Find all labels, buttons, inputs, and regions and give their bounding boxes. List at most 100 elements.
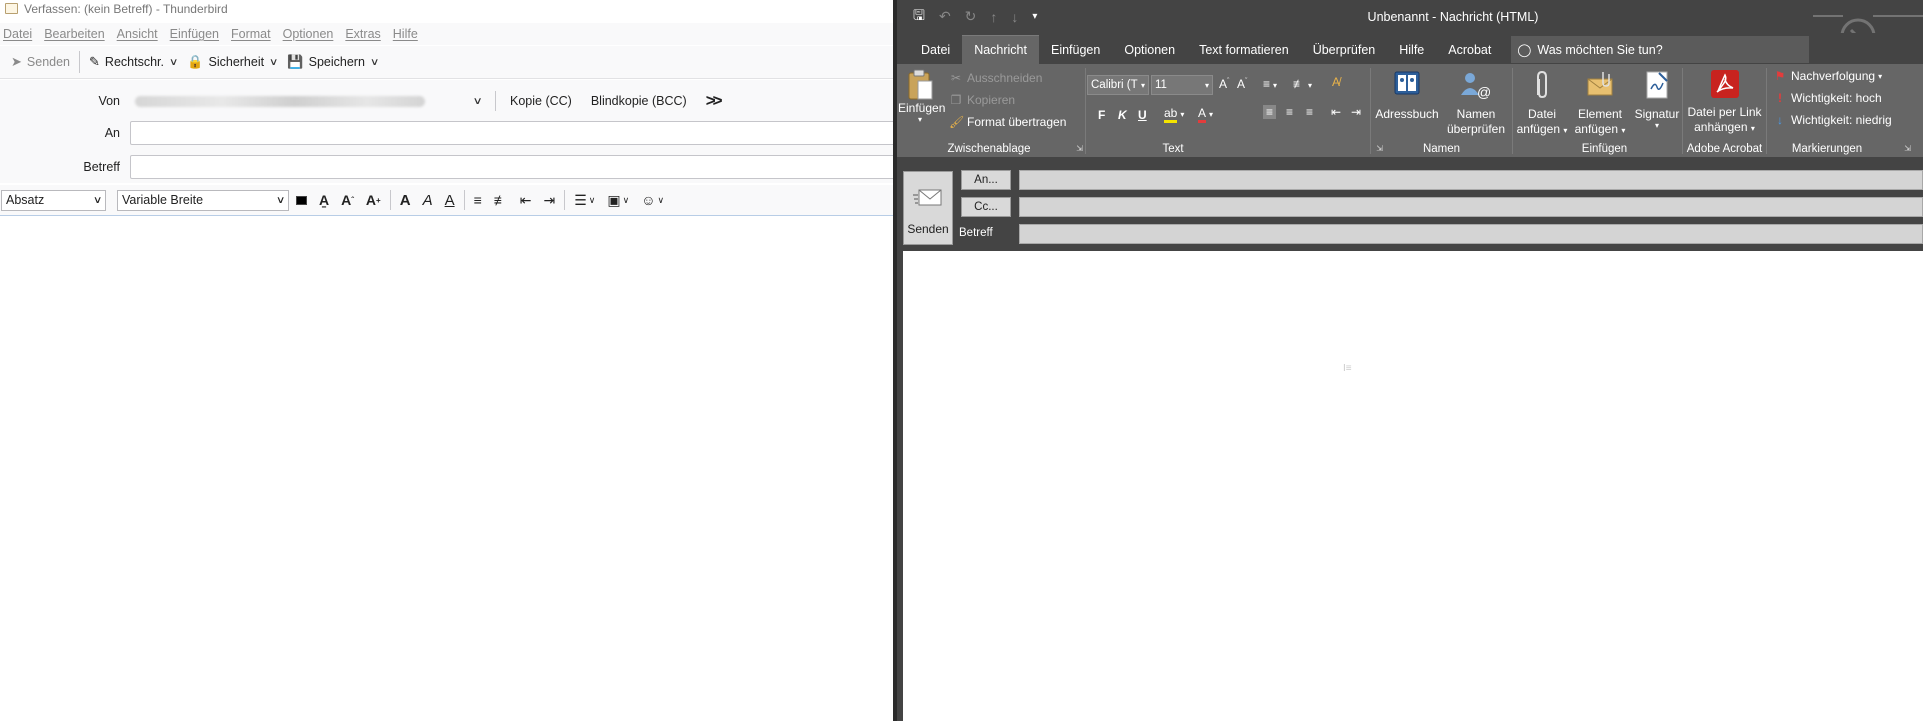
tab-datei[interactable]: Datei bbox=[909, 35, 962, 64]
attach-file-button[interactable]: Datei anfügen ▾ bbox=[1515, 69, 1569, 138]
cc-button[interactable]: Cc... bbox=[961, 197, 1011, 217]
emoji-icon[interactable]: ☺ ∨ bbox=[641, 192, 664, 208]
align-left-icon[interactable]: ≡ bbox=[1263, 105, 1277, 119]
bold-button[interactable]: F bbox=[1098, 108, 1105, 122]
arrow-up-icon[interactable]: ↑ bbox=[990, 9, 997, 25]
attach-by-link-button[interactable]: Datei per Link anhängen ▾ bbox=[1683, 69, 1766, 136]
security-button[interactable]: 🔒 Sicherheit bbox=[182, 49, 269, 75]
outdent-icon[interactable]: ⇤ bbox=[520, 192, 532, 209]
font-select[interactable]: Variable Breite ∨ bbox=[117, 189, 289, 211]
font-larger-icon[interactable]: Aˆ bbox=[341, 192, 354, 208]
ol-message-body[interactable]: I≡ bbox=[903, 251, 1923, 721]
to-button[interactable]: An... bbox=[961, 170, 1011, 190]
tab-optionen[interactable]: Optionen bbox=[1112, 35, 1187, 64]
cut-button[interactable]: ✂ Ausschneiden bbox=[949, 71, 1042, 85]
follow-up-button[interactable]: ⚑ Nachverfolgung ▾ bbox=[1773, 69, 1882, 83]
menu-extras[interactable]: Extras bbox=[345, 27, 380, 41]
ol-to-input[interactable] bbox=[1019, 170, 1923, 190]
align-right-icon[interactable]: ≡ bbox=[1306, 105, 1313, 119]
tab-text-formatieren[interactable]: Text formatieren bbox=[1187, 35, 1301, 64]
subject-input[interactable] bbox=[130, 155, 900, 179]
dialog-launcher-icon[interactable]: ⇲ bbox=[1904, 144, 1911, 153]
from-identity-select[interactable]: ∨ bbox=[135, 91, 483, 111]
indent-icon[interactable]: ⇥ bbox=[544, 192, 556, 209]
ol-send-button[interactable]: Senden bbox=[903, 171, 953, 245]
address-book-button[interactable]: Adressbuch bbox=[1375, 69, 1439, 122]
format-painter-button[interactable]: 🖌 Format übertragen bbox=[949, 115, 1066, 129]
redo-icon[interactable]: ↻ bbox=[965, 8, 977, 25]
numbered-list-icon[interactable]: ≢ bbox=[494, 192, 508, 208]
save-dropdown-icon[interactable]: ∨ bbox=[370, 57, 380, 68]
save-button[interactable]: 💾 Speichern bbox=[282, 49, 369, 75]
menu-optionen[interactable]: Optionen bbox=[283, 27, 334, 41]
menu-bearbeiten[interactable]: Bearbeiten bbox=[44, 27, 104, 41]
to-input[interactable] bbox=[130, 121, 900, 145]
clipboard-group-label: Zwischenablage bbox=[947, 143, 1031, 155]
undo-icon[interactable]: ↶ bbox=[939, 8, 951, 25]
decrease-indent-icon[interactable]: ⇤ bbox=[1331, 105, 1341, 119]
clear-formatting-icon[interactable]: A̸ bbox=[1332, 75, 1340, 89]
grow-font-icon[interactable]: Aˆ bbox=[1219, 77, 1229, 91]
subject-label: Betreff bbox=[83, 160, 120, 174]
align-icon[interactable]: ☰ ∨ bbox=[574, 192, 595, 209]
tab-nachricht[interactable]: Nachricht bbox=[962, 35, 1039, 64]
paragraph-format-select[interactable]: Absatz ∨ bbox=[1, 189, 106, 211]
menu-ansicht[interactable]: Ansicht bbox=[117, 27, 158, 41]
save-icon[interactable]: 🖫 bbox=[913, 5, 925, 29]
importance-high-button[interactable]: ! Wichtigkeit: hoch bbox=[1773, 91, 1882, 105]
menu-hilfe[interactable]: Hilfe bbox=[393, 27, 418, 41]
text-color-icon[interactable] bbox=[296, 195, 307, 205]
menu-format[interactable]: Format bbox=[231, 27, 271, 41]
insert-image-icon[interactable]: ▣ ∨ bbox=[607, 192, 629, 209]
font-name-combo[interactable]: Calibri (T ▾ bbox=[1087, 75, 1149, 95]
font-size-combo[interactable]: 11 ▾ bbox=[1151, 75, 1213, 95]
signature-button[interactable]: Signatur ▾ bbox=[1631, 69, 1683, 130]
underline-button[interactable]: U bbox=[1138, 108, 1147, 122]
bullet-list-icon[interactable]: ≡ ▾ bbox=[1263, 77, 1277, 91]
highlight-icon[interactable]: ab ▾ bbox=[1164, 106, 1184, 123]
tab-ueberpruefen[interactable]: Überprüfen bbox=[1301, 35, 1388, 64]
ol-cc-input[interactable] bbox=[1019, 197, 1923, 217]
arrow-down-icon[interactable]: ↓ bbox=[1011, 9, 1018, 25]
spelling-button[interactable]: ✎ Rechtschr. bbox=[84, 49, 169, 75]
insert-group-label: Einfügen bbox=[1581, 143, 1628, 155]
more-fields-icon[interactable]: >> bbox=[706, 91, 723, 111]
numbered-list-icon[interactable]: ≢ ▾ bbox=[1293, 77, 1312, 91]
underline-icon[interactable]: A bbox=[445, 192, 455, 209]
menu-datei[interactable]: Datei bbox=[3, 27, 32, 41]
importance-low-button[interactable]: ↓ Wichtigkeit: niedrig bbox=[1773, 113, 1892, 127]
chevron-down-icon: ∨ bbox=[472, 95, 483, 107]
security-label: Sicherheit bbox=[208, 55, 265, 69]
tab-acrobat[interactable]: Acrobat bbox=[1436, 35, 1503, 64]
spelling-dropdown-icon[interactable]: ∨ bbox=[169, 57, 179, 68]
security-dropdown-icon[interactable]: ∨ bbox=[269, 57, 279, 68]
tb-message-body[interactable] bbox=[0, 217, 893, 721]
ol-subject-input[interactable] bbox=[1019, 224, 1923, 244]
send-button[interactable]: ➤ Senden bbox=[6, 49, 75, 75]
paperclip-icon bbox=[1537, 70, 1547, 99]
menu-einfuegen[interactable]: Einfügen bbox=[170, 27, 219, 41]
bullet-list-icon[interactable]: ≡ bbox=[474, 192, 482, 208]
tab-hilfe[interactable]: Hilfe bbox=[1387, 35, 1436, 64]
italic-button[interactable]: K bbox=[1118, 108, 1127, 122]
shrink-font-icon[interactable]: Aˇ bbox=[1237, 77, 1247, 91]
chevron-down-icon: ▾ bbox=[1878, 71, 1883, 81]
italic-icon[interactable]: A bbox=[423, 192, 433, 209]
check-names-button[interactable]: @ Namen überprüfen bbox=[1443, 69, 1509, 137]
dialog-launcher-icon[interactable]: ⇲ bbox=[1076, 144, 1083, 153]
tags-group-label: Markierungen bbox=[1791, 143, 1863, 155]
bold-icon[interactable]: A bbox=[400, 192, 411, 209]
tell-me-search[interactable]: ◯ Was möchten Sie tun? bbox=[1511, 36, 1810, 63]
tab-einfuegen[interactable]: Einfügen bbox=[1039, 35, 1112, 64]
copy-button[interactable]: ❐ Kopieren bbox=[949, 93, 1015, 107]
font-size-icon[interactable]: A + bbox=[366, 192, 381, 208]
bcc-button[interactable]: Blindkopie (BCC) bbox=[591, 94, 687, 108]
customize-qat-icon[interactable]: ▾ bbox=[1032, 11, 1037, 22]
align-center-icon[interactable]: ≡ bbox=[1286, 105, 1293, 119]
cc-button[interactable]: Kopie (CC) bbox=[510, 94, 572, 108]
increase-indent-icon[interactable]: ⇥ bbox=[1351, 105, 1361, 119]
font-smaller-icon[interactable]: A̱ bbox=[319, 192, 329, 208]
font-color-icon[interactable]: A ▾ bbox=[1198, 106, 1213, 123]
attach-item-button[interactable]: Element anfügen ▾ bbox=[1571, 69, 1629, 138]
paste-button[interactable]: Einfügen ▾ bbox=[898, 69, 945, 124]
